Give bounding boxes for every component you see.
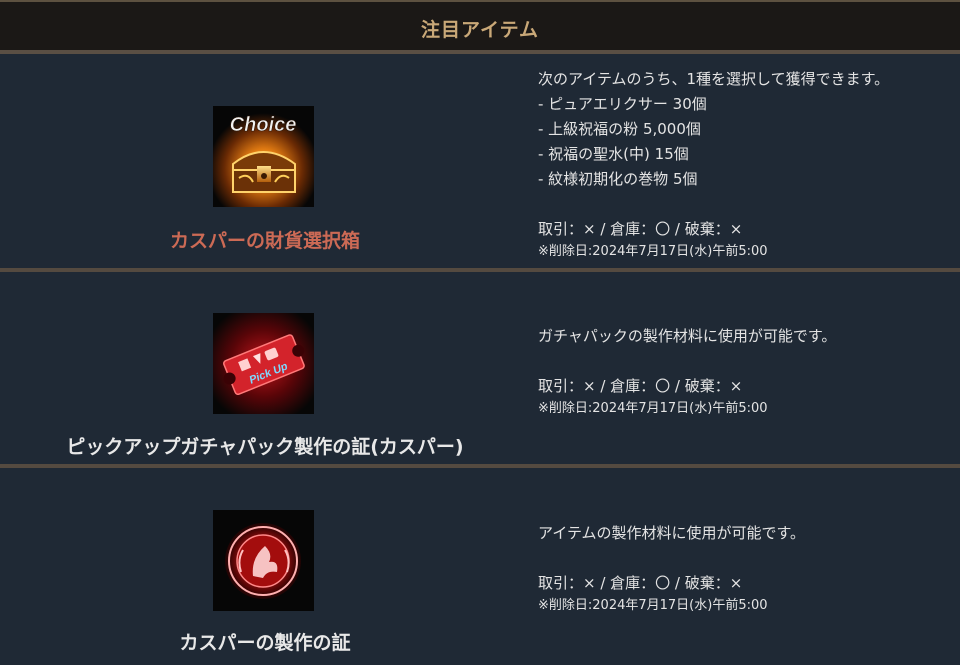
item-row: カスパーの製作の証 アイテムの製作材料に使用が可能です。 取引：× / 倉庫：〇… xyxy=(0,468,960,665)
deletion-date: ※削除日:2024年7月17日(水)午前5:00 xyxy=(538,401,768,416)
item-visual: Pick Up ピックアップガチャパック製作の証(カスパー) xyxy=(0,272,530,464)
pickup-ticket-icon: Pick Up xyxy=(213,313,314,414)
choice-chest-icon: Choice xyxy=(213,106,314,207)
deletion-date: ※削除日:2024年7月17日(水)午前5:00 xyxy=(538,598,768,613)
item-description: ガチャパックの製作材料に使用が可能です。 取引：× / 倉庫：〇 / 破棄：× … xyxy=(538,324,948,419)
item-name: カスパーの製作の証 xyxy=(179,632,351,654)
item-visual: Choice カスパーの財貨選択箱 xyxy=(0,54,530,268)
choice-label: Choice xyxy=(230,114,297,136)
item-description: アイテムの製作材料に使用が可能です。 取引：× / 倉庫：〇 / 破棄：× ※削… xyxy=(538,521,948,616)
description-text: ガチャパックの製作材料に使用が可能です。 xyxy=(538,327,837,345)
item-row: Pick Up ピックアップガチャパック製作の証(カスパー) ガチャパックの製作… xyxy=(0,272,960,468)
description-text: 次のアイテムのうち、1種を選択して獲得できます。 xyxy=(538,70,890,88)
item-description: 次のアイテムのうち、1種を選択して獲得できます。 - ピュアエリクサー 30個 … xyxy=(538,67,948,262)
option-item: - 祝福の聖水(中) 15個 xyxy=(538,145,689,163)
trade-info: 取引：× / 倉庫：〇 / 破棄：× xyxy=(538,574,743,592)
description-text: アイテムの製作材料に使用が可能です。 xyxy=(538,524,806,542)
item-visual: カスパーの製作の証 xyxy=(0,468,530,665)
red-crest-medal-icon xyxy=(213,510,314,611)
section-header: 注目アイテム xyxy=(0,0,960,50)
trade-info: 取引：× / 倉庫：〇 / 破棄：× xyxy=(538,220,743,238)
option-item: - 紋様初期化の巻物 5個 xyxy=(538,170,698,188)
item-name: カスパーの財貨選択箱 xyxy=(169,230,360,252)
section-title: 注目アイテム xyxy=(420,18,540,41)
option-item: - 上級祝福の粉 5,000個 xyxy=(538,120,701,138)
option-item: - ピュアエリクサー 30個 xyxy=(538,95,707,113)
item-name: ピックアップガチャパック製作の証(カスパー) xyxy=(66,436,464,458)
trade-info: 取引：× / 倉庫：〇 / 破棄：× xyxy=(538,377,743,395)
item-row: Choice カスパーの財貨選択箱 次のアイテムのうち、1種を選択して獲得できま… xyxy=(0,54,960,272)
deletion-date: ※削除日:2024年7月17日(水)午前5:00 xyxy=(538,244,768,259)
